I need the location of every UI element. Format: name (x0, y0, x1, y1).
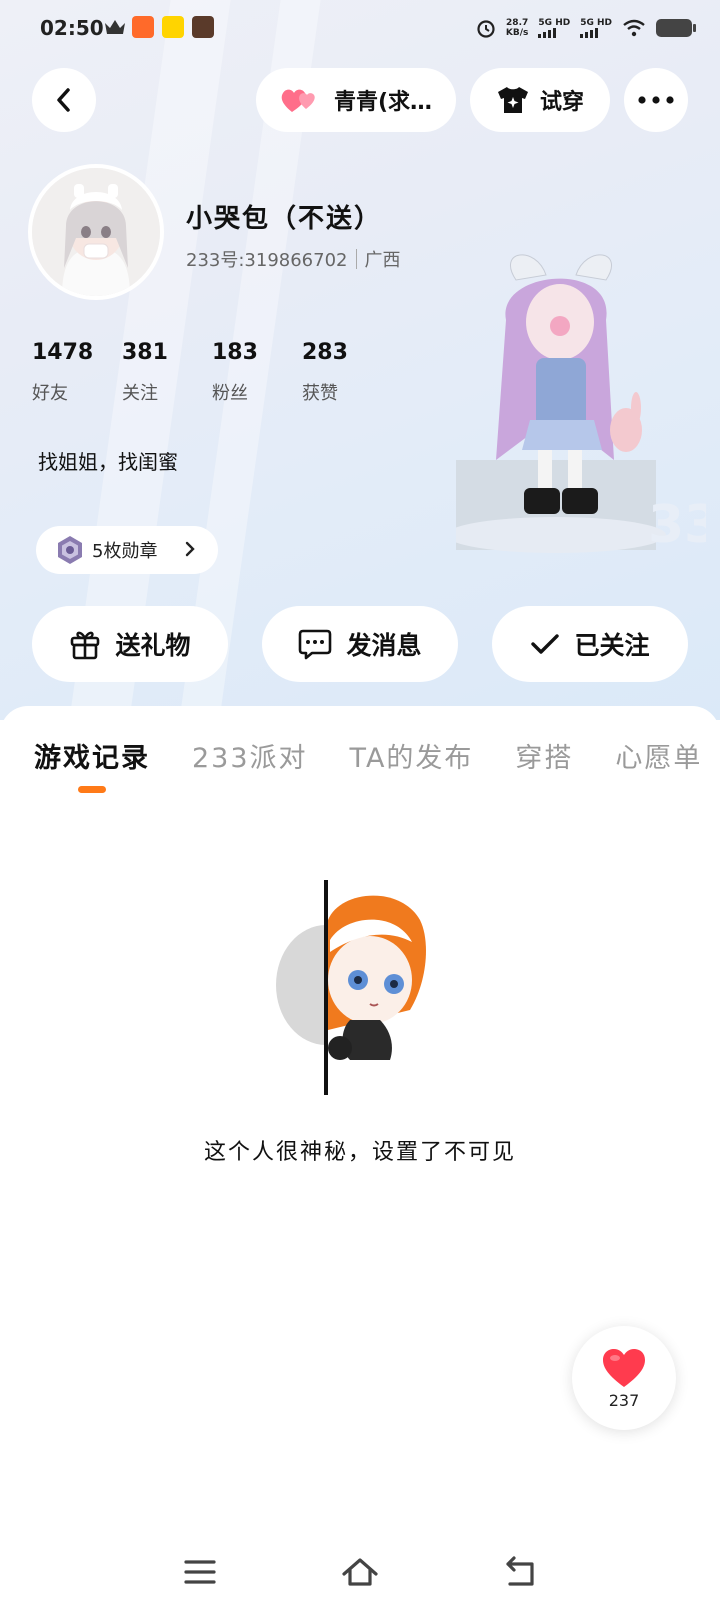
followed-label: 已关注 (574, 631, 650, 660)
tab-233-party[interactable]: 233派对 (192, 736, 308, 775)
system-nav-bar (0, 1540, 720, 1612)
chevron-left-icon (57, 88, 70, 112)
back-nav-icon[interactable] (498, 1554, 542, 1590)
try-on-label: 试穿 (539, 90, 584, 115)
stat-value: 183 (212, 340, 258, 365)
app-icon-1 (132, 16, 154, 38)
stat-label: 粉丝 (212, 383, 248, 404)
stat-value: 381 (122, 340, 168, 365)
stat-fans[interactable]: 183 粉丝 (212, 340, 302, 405)
message-icon (299, 629, 332, 660)
sim2-label: 5G HD (580, 18, 612, 28)
stat-value: 1478 (32, 340, 94, 365)
crown-icon (105, 20, 125, 34)
stat-label: 获赞 (302, 383, 338, 404)
tab-ta-posts[interactable]: TA的发布 (350, 736, 474, 775)
send-gift-label: 送礼物 (115, 631, 191, 660)
status-time: 02:50 (40, 16, 104, 40)
region-text: 广西 (364, 250, 401, 271)
avatar-3d-character[interactable]: 33 (456, 250, 706, 580)
uid-text[interactable]: 233号:319866702 (186, 246, 348, 272)
menu-icon[interactable] (178, 1554, 222, 1590)
heart-icon (603, 1348, 645, 1387)
stat-friends[interactable]: 1478 好友 (32, 340, 122, 405)
hearts-icon (281, 89, 315, 112)
stat-likes[interactable]: 283 获赞 (302, 340, 392, 405)
active-tab-indicator (78, 786, 106, 793)
empty-state-message: 这个人很神秘，设置了不可见 (203, 1140, 516, 1165)
avatar-image (32, 168, 160, 296)
wifi-icon (623, 19, 645, 37)
signal-sim2: 5G HD (580, 18, 612, 38)
sim1-label: 5G HD (538, 18, 571, 28)
medal-icon (58, 536, 82, 564)
divider (355, 249, 357, 269)
stat-label: 好友 (32, 383, 68, 404)
send-message-label: 发消息 (346, 631, 422, 660)
more-button[interactable] (624, 68, 688, 132)
stat-label: 关注 (122, 383, 158, 404)
tab-wishlist[interactable]: 心愿单 (615, 736, 702, 775)
cp-label: 青青(求… (333, 90, 433, 115)
stat-following[interactable]: 381 关注 (122, 340, 212, 405)
signal-sim1: 5G HD (538, 18, 570, 38)
net-speed: 28.7 KB/s (506, 18, 528, 38)
private-content-illustration (276, 880, 426, 1095)
uid-region-line: 233号:319866702 广西 (186, 246, 401, 272)
profile-tabs: 游戏记录 233派对 TA的发布 穿搭 心愿单 (34, 736, 720, 775)
gift-icon (71, 631, 100, 660)
profile-bio: 找姐姐，找闺蜜 (38, 450, 178, 474)
stat-value: 283 (302, 340, 348, 365)
alarm-icon (477, 20, 495, 38)
badges-label: 5枚勋章 (92, 541, 158, 562)
status-bar: 02:50 28.7 KB/s 5G HD 5G HD (0, 0, 720, 56)
like-count: 237 (608, 1390, 640, 1410)
tab-game-records[interactable]: 游戏记录 (34, 736, 150, 775)
nickname: 小哭包（不送） (186, 204, 383, 234)
followed-button[interactable]: 已关注 (492, 606, 688, 682)
battery-icon (656, 19, 696, 37)
chevron-right-icon (185, 541, 195, 557)
app-icon-2 (162, 16, 184, 38)
net-speed-value: 28.7 (506, 18, 529, 28)
back-button[interactable] (32, 68, 96, 132)
send-gift-button[interactable]: 送礼物 (32, 606, 228, 682)
like-button[interactable]: 237 (572, 1326, 676, 1430)
profile-stats: 1478 好友 381 关注 183 粉丝 283 获赞 (32, 340, 392, 405)
more-dots-icon (638, 96, 674, 104)
net-speed-unit: KB/s (505, 28, 529, 38)
send-message-button[interactable]: 发消息 (262, 606, 458, 682)
tab-outfits[interactable]: 穿搭 (515, 736, 573, 775)
avatar[interactable] (28, 164, 164, 300)
svg-text:33: 33 (648, 495, 706, 555)
cp-relation-button[interactable]: 青青(求… (256, 68, 456, 132)
try-on-button[interactable]: 试穿 (470, 68, 610, 132)
tshirt-icon (497, 87, 528, 113)
home-icon[interactable] (338, 1554, 382, 1590)
check-icon (531, 634, 560, 654)
app-icon-3 (192, 16, 214, 38)
badges-chip[interactable]: 5枚勋章 (36, 526, 218, 574)
